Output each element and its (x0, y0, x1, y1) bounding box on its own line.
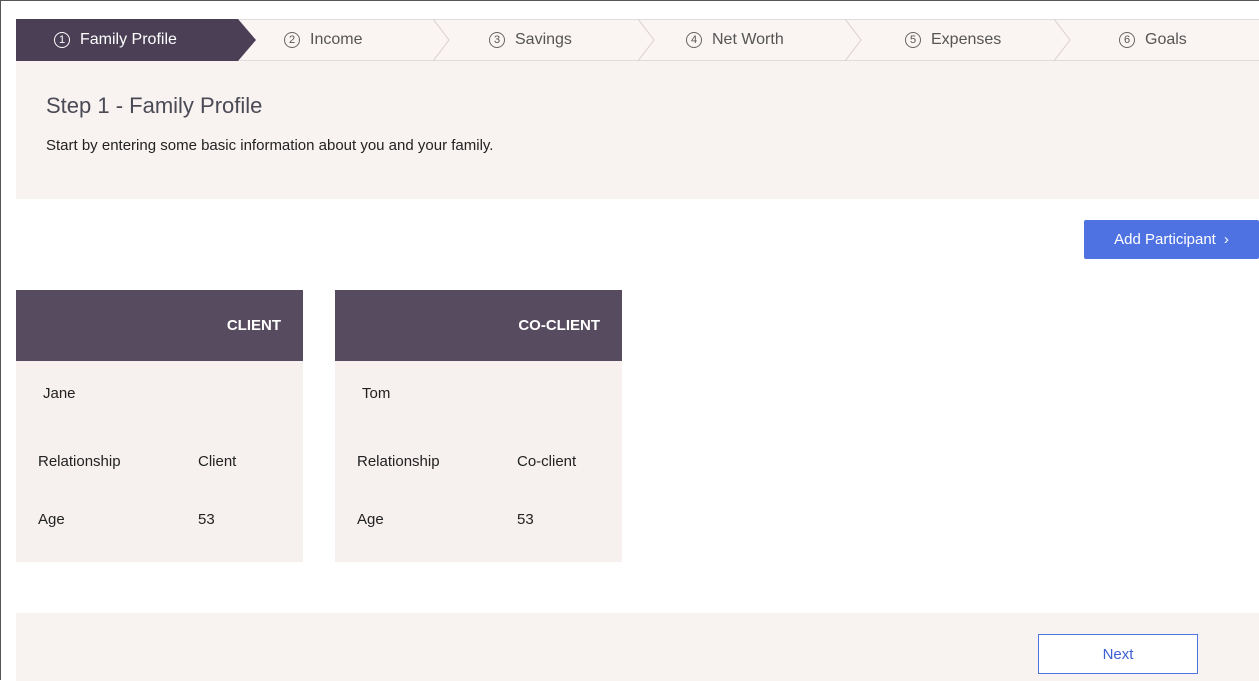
step-label: Expenses (931, 31, 1002, 48)
step-label: Savings (515, 31, 572, 48)
add-participant-label: Add Participant (1114, 231, 1216, 248)
age-row: Age 53 (357, 511, 534, 528)
relationship-label: Relationship (357, 453, 440, 470)
step-number: 4 (686, 32, 702, 48)
step-number: 2 (284, 32, 300, 48)
page-title: Step 1 - Family Profile (46, 93, 263, 118)
participant-card-client[interactable]: CLIENT Jane Relationship Client Age 53 (16, 290, 303, 562)
add-participant-button[interactable]: Add Participant › (1084, 220, 1259, 259)
age-row: Age 53 (38, 511, 215, 528)
step-separator-icon (1053, 19, 1071, 61)
relationship-value: Co-client (517, 453, 577, 470)
age-label: Age (38, 511, 65, 528)
relationship-label: Relationship (38, 453, 121, 470)
progress-stepper: 1 Family Profile 2 Income 3 Savings 4 Ne… (16, 19, 1259, 61)
step-family-profile[interactable]: 1 Family Profile (16, 20, 240, 60)
step-label: Family Profile (80, 31, 177, 48)
step-label: Net Worth (712, 31, 784, 48)
step-number: 6 (1119, 32, 1135, 48)
age-value: 53 (517, 511, 534, 528)
step-goals[interactable]: 6 Goals (1106, 20, 1259, 60)
footer-bar: Next (16, 613, 1259, 681)
relationship-value: Client (198, 453, 237, 470)
step-number: 3 (489, 32, 505, 48)
age-label: Age (357, 511, 384, 528)
participant-card-co-client[interactable]: CO-CLIENT Tom Relationship Co-client Age… (335, 290, 622, 562)
step-label: Income (310, 31, 363, 48)
step-number: 5 (905, 32, 921, 48)
relationship-row: Relationship Co-client (357, 453, 576, 470)
chevron-right-icon: › (1223, 231, 1229, 248)
step-number: 1 (54, 32, 70, 48)
participant-name: Tom (362, 385, 391, 402)
page-subtitle: Start by entering some basic information… (46, 137, 494, 154)
next-button[interactable]: Next (1038, 634, 1198, 674)
age-value: 53 (198, 511, 215, 528)
card-role-header: CLIENT (16, 290, 303, 361)
step-separator-icon (844, 19, 862, 61)
app-frame: 1 Family Profile 2 Income 3 Savings 4 Ne… (0, 0, 1259, 681)
card-role-header: CO-CLIENT (335, 290, 622, 361)
step-separator-icon (432, 19, 450, 61)
relationship-row: Relationship Client (38, 453, 236, 470)
participant-name: Jane (43, 385, 76, 402)
step-label: Goals (1145, 31, 1187, 48)
step-separator-icon (637, 19, 655, 61)
intro-panel: Step 1 - Family Profile Start by enterin… (16, 61, 1259, 199)
